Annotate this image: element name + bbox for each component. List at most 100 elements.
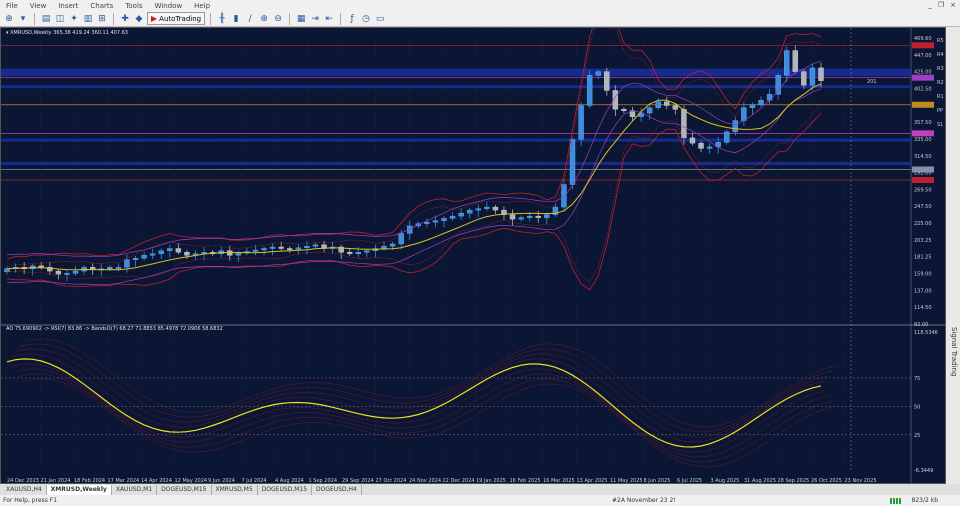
candle (724, 131, 730, 143)
status-bar: For Help, press F1 #2A November 23 2! 82… (0, 495, 960, 506)
candle (544, 214, 550, 218)
candle (115, 267, 122, 269)
toolbar-separator (340, 12, 342, 25)
candle (398, 233, 404, 245)
price-label: 181.25 (914, 255, 932, 261)
candle (672, 105, 679, 110)
chart-window[interactable]: 469.60447.00425.00402.50380.00357.50335.… (0, 27, 946, 484)
candle (706, 146, 713, 149)
candle (4, 268, 10, 273)
level-tag: S1 (937, 122, 943, 128)
menu-window[interactable]: Window (149, 2, 189, 10)
line-chart-icon[interactable]: ∕ (244, 13, 256, 25)
indicators-icon[interactable]: ƒ (346, 13, 358, 25)
candle (681, 109, 687, 139)
candle (364, 250, 370, 253)
level-tag: PP (937, 108, 943, 114)
new-order-button-icon[interactable]: ✚ (119, 13, 131, 25)
pivot-zone (1, 161, 911, 165)
candle (646, 107, 653, 114)
side-panel-label: Signal Trading (950, 327, 958, 377)
candle (466, 209, 473, 214)
zoom-out-icon[interactable]: ⊖ (272, 13, 284, 25)
candle (475, 208, 481, 211)
status-time: #2A November 23 2! (612, 497, 676, 504)
price-tag (912, 101, 934, 108)
candle (64, 273, 70, 275)
restore-icon[interactable]: ❐ (938, 1, 944, 9)
marker-label: 201 (867, 79, 877, 85)
tile-windows-icon[interactable]: ▦ (295, 13, 307, 25)
close-icon[interactable]: × (950, 1, 956, 9)
pivot-zone (1, 138, 911, 142)
candle (766, 94, 773, 101)
menu-help[interactable]: Help (188, 2, 216, 10)
autoscroll-icon[interactable]: ⇤ (323, 13, 335, 25)
market-watch-icon[interactable]: ▤ (40, 13, 52, 25)
minimize-icon[interactable]: _ (928, 1, 932, 9)
toolbar: ⊕ ▾ ▤ ◫ ✦ ▥ ⊞ ✚ ◆ ▶ AutoTrading ╫ ▮ ∕ ⊕ … (0, 11, 960, 27)
chart-shift-icon[interactable]: ⇥ (309, 13, 321, 25)
zoom-in-icon[interactable]: ⊕ (258, 13, 270, 25)
tab-chart-active[interactable]: XMRUSD,Weekly (46, 484, 112, 495)
new-order-icon[interactable]: ⊕ (3, 13, 15, 25)
periods-icon[interactable]: ◷ (360, 13, 372, 25)
level-tag: R4 (937, 52, 944, 58)
bar-chart-icon[interactable]: ╫ (216, 13, 228, 25)
tab-chart[interactable]: DOGEUSD,M15 (258, 484, 313, 495)
candle (784, 50, 790, 76)
level-tag: R2 (937, 80, 944, 86)
candle (158, 250, 164, 254)
menu-insert[interactable]: Insert (52, 2, 84, 10)
candle (586, 75, 593, 106)
navigator-icon[interactable]: ✦ (68, 13, 80, 25)
candle (809, 67, 816, 86)
autotrading-button[interactable]: ▶ AutoTrading (147, 12, 206, 25)
candle (569, 139, 576, 185)
toolbar-separator (289, 12, 291, 25)
tab-chart[interactable]: XAUUSD,H4 (2, 484, 47, 495)
menu-file[interactable]: File (0, 2, 24, 10)
menu-view[interactable]: View (24, 2, 53, 10)
menu-charts[interactable]: Charts (84, 2, 119, 10)
menu-tools[interactable]: Tools (119, 2, 148, 10)
candle (818, 67, 824, 81)
tab-chart[interactable]: XAUUSD,M1 (112, 484, 158, 495)
candle (484, 206, 490, 209)
meta-editor-icon[interactable]: ◆ (133, 13, 145, 25)
tab-chart[interactable]: DOGEUSD,H4 (312, 484, 362, 495)
candle (55, 270, 62, 275)
price-chart[interactable]: 469.60447.00425.00402.50380.00357.50335.… (1, 28, 946, 484)
candle (492, 206, 499, 211)
tab-chart[interactable]: XMRUSD,M5 (212, 484, 258, 495)
candle (801, 71, 807, 86)
price-tag (912, 42, 934, 49)
candle (278, 246, 284, 249)
candle (595, 71, 601, 76)
candle (312, 244, 319, 247)
candle (621, 109, 627, 111)
tab-chart[interactable]: DOGEUSD,M15 (157, 484, 212, 495)
candle (167, 248, 173, 251)
pivot-zone (1, 85, 911, 89)
autotrading-icon: ▶ (151, 14, 158, 23)
candle (792, 50, 798, 72)
terminal-icon[interactable]: ▥ (82, 13, 94, 25)
candle (689, 137, 696, 144)
data-window-icon[interactable]: ◫ (54, 13, 66, 25)
templates-icon[interactable]: ▭ (374, 13, 386, 25)
price-label: 159.00 (914, 272, 932, 278)
candle (535, 215, 541, 218)
profiles-icon[interactable]: ▾ (17, 13, 29, 25)
candle (698, 142, 704, 149)
price-tag (912, 166, 934, 173)
candlestick-icon[interactable]: ▮ (230, 13, 242, 25)
price-label: 314.50 (914, 154, 932, 160)
indicator-label: 50 (914, 404, 920, 410)
price-label: 247.50 (914, 204, 932, 210)
pivot-zone (1, 68, 911, 77)
price-label: 402.50 (914, 86, 932, 92)
price-label: 335.00 (914, 137, 932, 143)
strategy-tester-icon[interactable]: ⊞ (96, 13, 108, 25)
price-label: 203.25 (914, 238, 932, 244)
